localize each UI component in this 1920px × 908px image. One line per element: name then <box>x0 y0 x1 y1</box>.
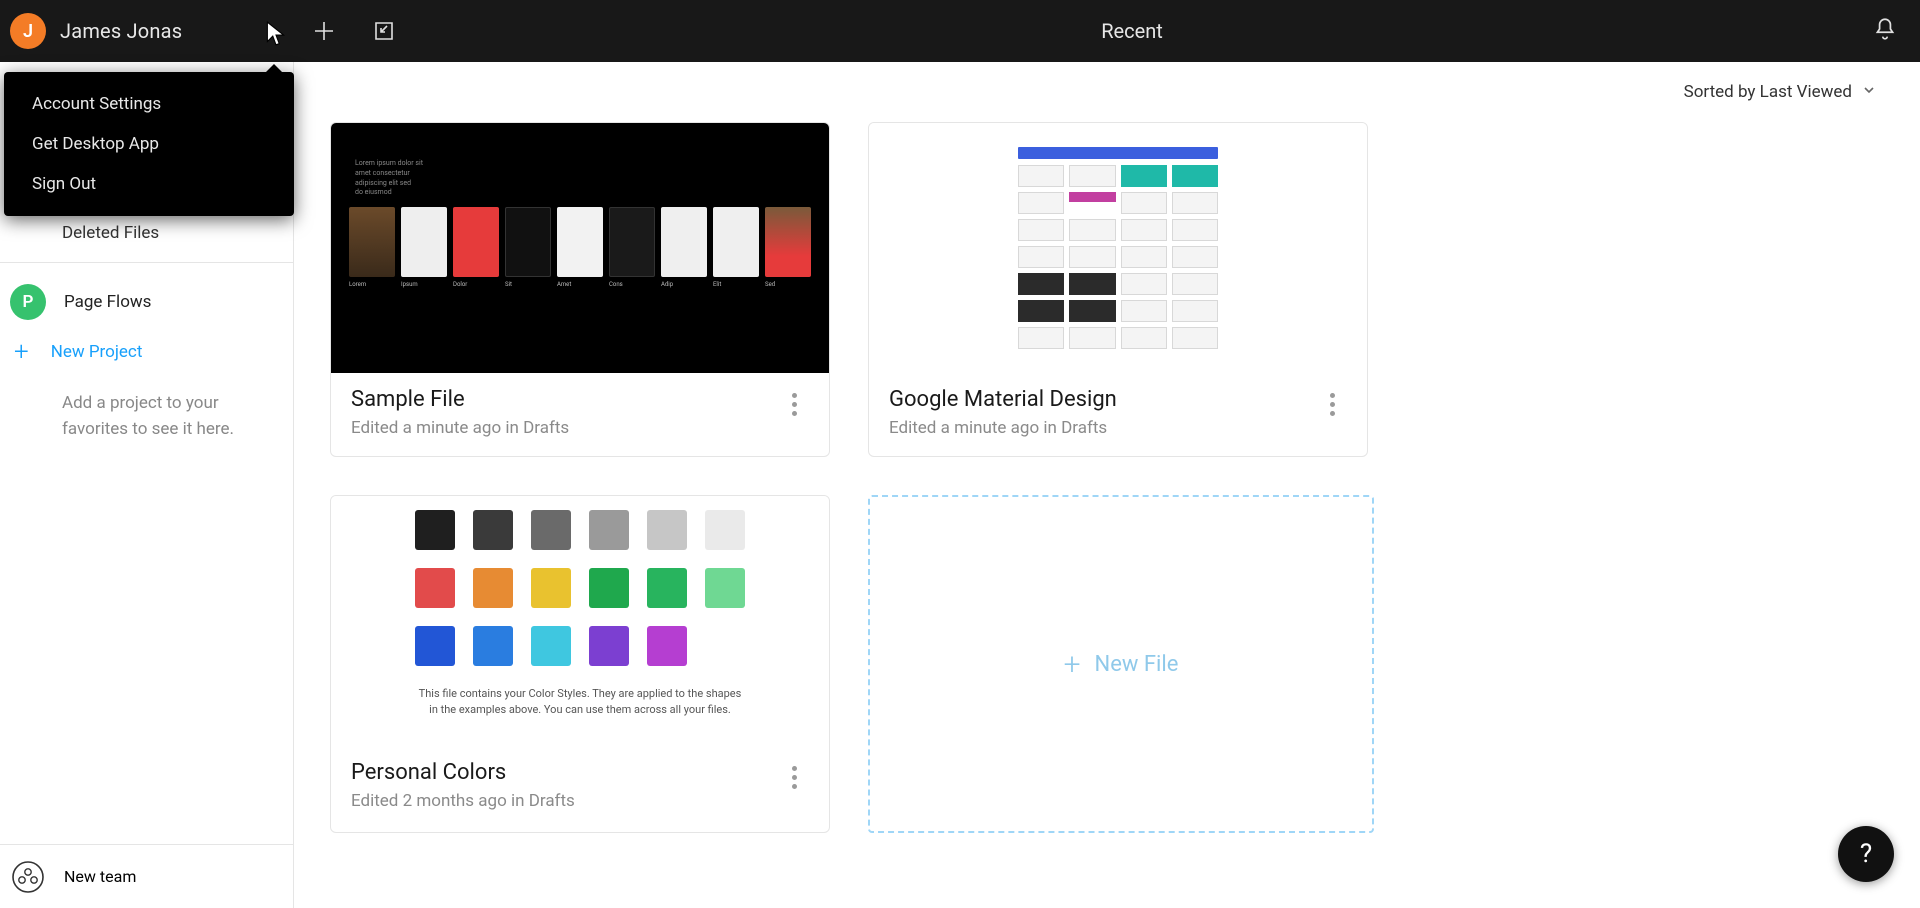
file-card[interactable]: Google Material Design Edited a minute a… <box>868 122 1368 457</box>
new-file-tile[interactable]: + New File <box>868 495 1374 833</box>
color-swatch <box>473 626 513 666</box>
file-thumbnail: This file contains your Color Styles. Th… <box>331 496 829 746</box>
color-swatch <box>705 568 745 608</box>
chevron-down-icon <box>1862 82 1876 102</box>
file-title: Sample File <box>351 387 779 412</box>
file-card[interactable]: This file contains your Color Styles. Th… <box>330 495 830 833</box>
file-title: Google Material Design <box>889 387 1317 412</box>
mouse-cursor-icon <box>265 20 287 48</box>
help-button[interactable]: ? <box>1838 826 1894 882</box>
file-title: Personal Colors <box>351 760 779 785</box>
user-dropdown-menu: Account Settings Get Desktop App Sign Ou… <box>4 72 294 216</box>
plus-icon: + <box>1064 647 1081 682</box>
team-icon <box>10 859 46 895</box>
sidebar-separator <box>0 262 293 263</box>
menu-get-desktop-app[interactable]: Get Desktop App <box>4 124 294 164</box>
import-icon <box>372 19 396 43</box>
file-more-button[interactable] <box>779 387 809 416</box>
file-card[interactable]: Lorem ipsum dolor sitamet consecteturadi… <box>330 122 830 457</box>
color-swatch <box>415 510 455 550</box>
sidebar-item-label: Deleted Files <box>62 223 159 243</box>
color-swatch <box>647 626 687 666</box>
import-button[interactable] <box>354 0 414 62</box>
color-swatch <box>415 568 455 608</box>
color-swatch <box>415 626 455 666</box>
sort-label: Sorted by Last Viewed <box>1684 82 1852 102</box>
color-swatch <box>531 626 571 666</box>
color-swatch <box>531 568 571 608</box>
new-team-label: New team <box>64 867 136 886</box>
color-swatch <box>647 510 687 550</box>
new-file-header-button[interactable] <box>294 0 354 62</box>
app-header: J James Jonas Recent Account Settings Ge… <box>0 0 1920 62</box>
main-content: Sorted by Last Viewed Lorem ipsum dolor … <box>294 62 1920 908</box>
plus-icon: + <box>14 339 29 365</box>
color-swatch <box>473 510 513 550</box>
color-swatch <box>647 568 687 608</box>
new-project-label: New Project <box>51 342 143 362</box>
thumbnail-caption-line: in the examples above. You can use them … <box>429 703 731 716</box>
color-swatch <box>589 510 629 550</box>
color-swatch <box>705 510 745 550</box>
color-swatch <box>531 510 571 550</box>
file-more-button[interactable] <box>1317 387 1347 416</box>
user-name-label: James Jonas <box>60 19 182 43</box>
menu-account-settings[interactable]: Account Settings <box>4 84 294 124</box>
team-avatar: P <box>10 284 46 320</box>
file-subtitle: Edited a minute ago in Drafts <box>889 418 1317 438</box>
menu-sign-out[interactable]: Sign Out <box>4 164 294 204</box>
thumbnail-caption-line: This file contains your Color Styles. Th… <box>419 687 742 700</box>
sidebar-team-row[interactable]: P Page Flows <box>0 277 293 327</box>
file-grid: Lorem ipsum dolor sitamet consecteturadi… <box>330 122 1884 833</box>
file-thumbnail <box>869 123 1367 373</box>
new-project-button[interactable]: + New Project <box>0 327 293 377</box>
file-thumbnail: Lorem ipsum dolor sitamet consecteturadi… <box>331 123 829 373</box>
user-avatar[interactable]: J <box>10 13 46 49</box>
page-title: Recent <box>414 19 1850 43</box>
team-name-label: Page Flows <box>64 292 151 312</box>
plus-icon <box>313 20 335 42</box>
color-swatch <box>473 568 513 608</box>
color-swatch <box>589 568 629 608</box>
color-swatch <box>589 626 629 666</box>
bell-icon <box>1872 16 1898 42</box>
file-subtitle: Edited 2 months ago in Drafts <box>351 791 779 811</box>
file-subtitle: Edited a minute ago in Drafts <box>351 418 779 438</box>
header-user-area[interactable]: J James Jonas <box>0 13 294 49</box>
file-more-button[interactable] <box>779 760 809 789</box>
new-file-label: New File <box>1095 652 1179 677</box>
new-team-button[interactable]: New team <box>0 844 293 908</box>
favorites-hint-text: Add a project to your favorites to see i… <box>0 377 240 442</box>
notifications-button[interactable] <box>1872 16 1898 46</box>
sort-dropdown[interactable]: Sorted by Last Viewed <box>330 62 1884 122</box>
